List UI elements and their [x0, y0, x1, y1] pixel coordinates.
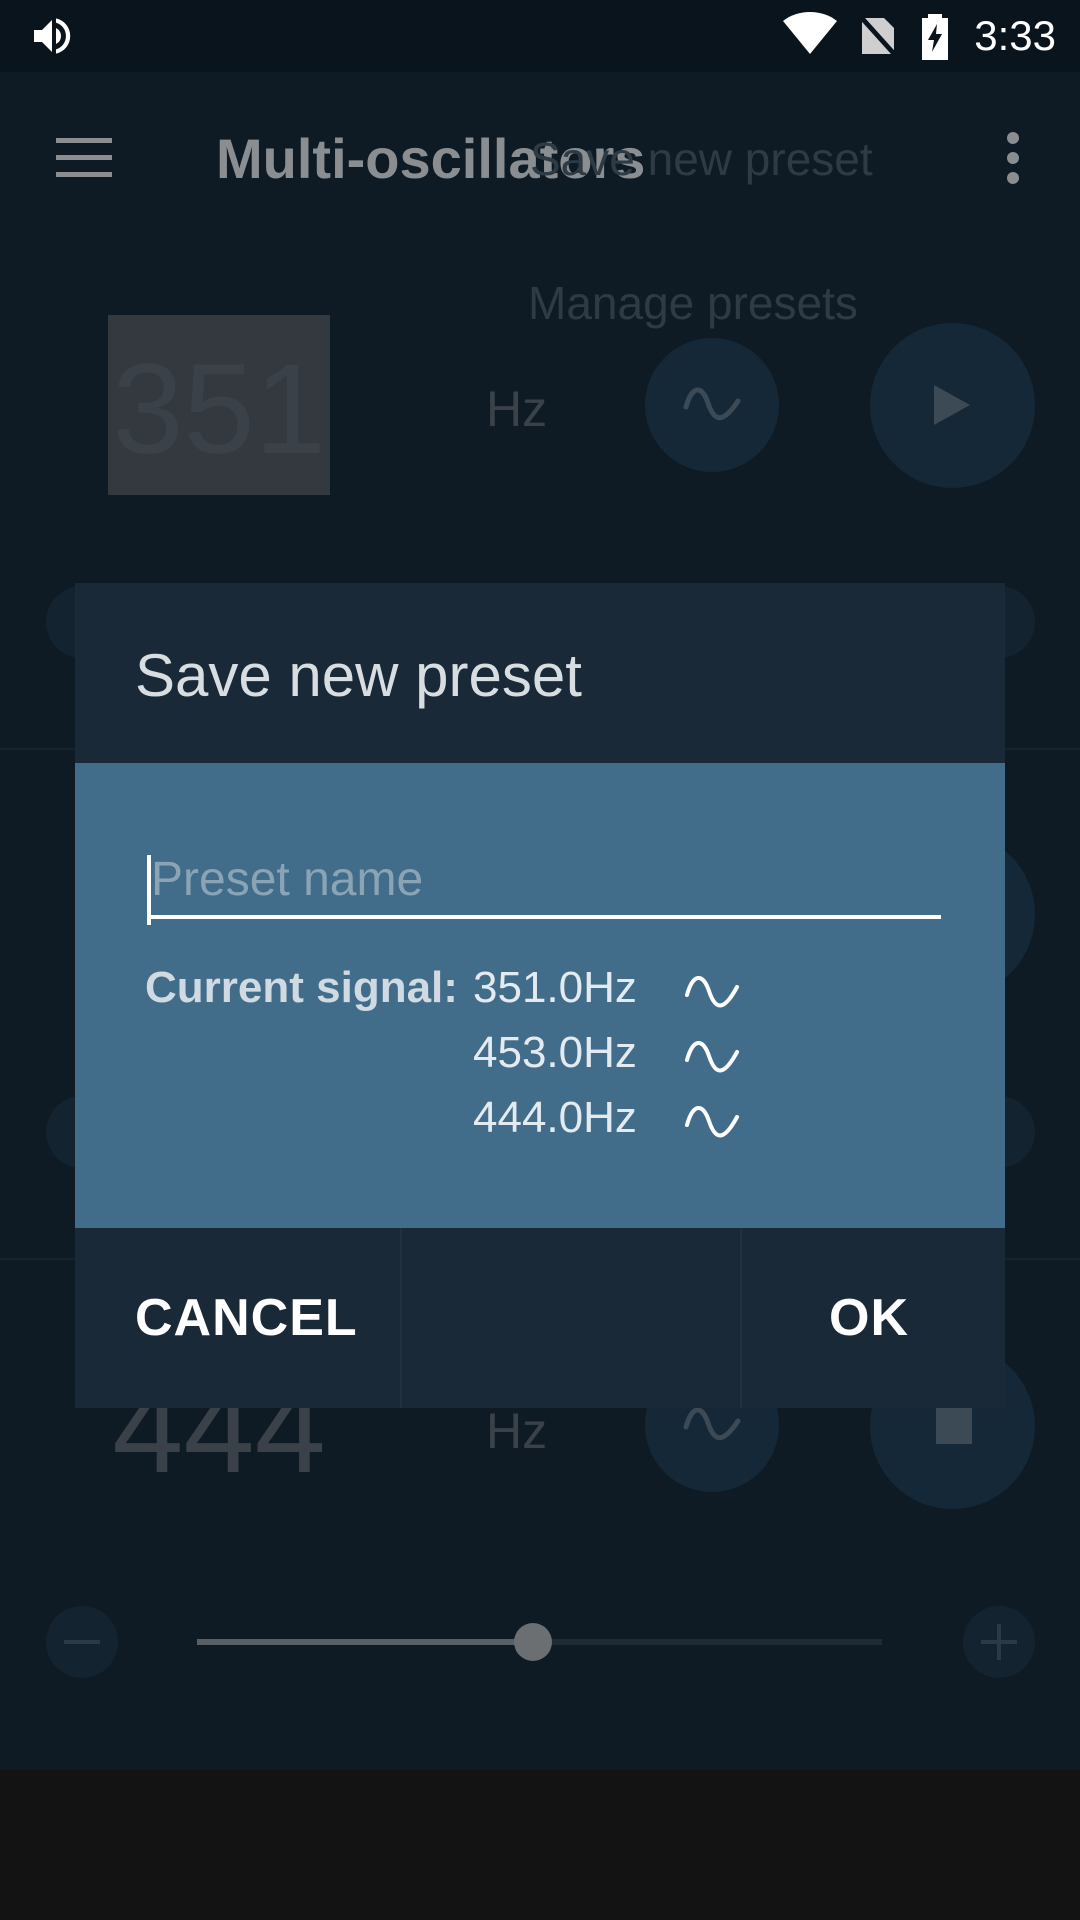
menu-item-manage-presets[interactable]: Manage presets	[528, 276, 858, 330]
play-icon	[934, 385, 970, 425]
sine-wave-icon	[685, 1041, 739, 1073]
no-sim-icon	[858, 12, 898, 60]
signal-frequency-3: 444.0Hz	[473, 1093, 637, 1142]
save-preset-dialog: Save new preset Current signal: 351.0Hz …	[75, 583, 1005, 1408]
battery-charging-icon	[920, 12, 950, 60]
ok-button[interactable]: OK	[742, 1228, 1005, 1408]
volume-plus-button[interactable]	[963, 1606, 1035, 1678]
sine-wave-icon	[685, 976, 739, 1008]
preset-name-input[interactable]	[147, 843, 941, 919]
text-cursor	[147, 855, 151, 925]
overflow-menu-icon[interactable]	[1004, 132, 1022, 184]
dialog-footer: CANCEL OK	[75, 1228, 1005, 1408]
volume-minus-button[interactable]	[46, 1606, 118, 1678]
cancel-button[interactable]: CANCEL	[75, 1228, 400, 1408]
status-bar: 3:33	[0, 0, 1080, 72]
oscillator-3-unit: Hz	[486, 1403, 548, 1459]
dialog-header: Save new preset	[75, 583, 1005, 763]
wifi-icon	[782, 10, 838, 58]
volume-slider-track[interactable]	[197, 1623, 882, 1661]
sine-wave-icon	[683, 387, 741, 421]
dialog-title: Save new preset	[135, 642, 582, 709]
sine-wave-icon	[685, 1106, 739, 1138]
volume-icon	[28, 12, 76, 60]
oscillator-1-unit: Hz	[486, 381, 548, 437]
oscillator-1-frequency[interactable]: 351	[108, 336, 330, 483]
volume-slider-fill	[197, 1639, 533, 1645]
oscillator-1-waveform-button[interactable]	[645, 338, 779, 472]
signal-frequency-2: 453.0Hz	[473, 1028, 637, 1077]
stop-icon	[936, 1408, 972, 1444]
status-time: 3:33	[974, 12, 1056, 59]
footer-divider	[400, 1228, 402, 1408]
dialog-body: Current signal: 351.0Hz 453.0Hz 444.0Hz	[75, 763, 1005, 1228]
hamburger-menu-icon[interactable]	[56, 138, 112, 178]
oscillator-1-play-button[interactable]	[870, 323, 1035, 488]
navigation-bar	[0, 1770, 1080, 1920]
volume-slider-thumb[interactable]	[513, 1623, 552, 1661]
signal-frequency-1: 351.0Hz	[473, 963, 637, 1012]
sine-wave-icon	[683, 1407, 741, 1441]
current-signal-label: Current signal:	[145, 963, 458, 1012]
menu-item-save-preset[interactable]: Save new preset	[530, 132, 873, 186]
